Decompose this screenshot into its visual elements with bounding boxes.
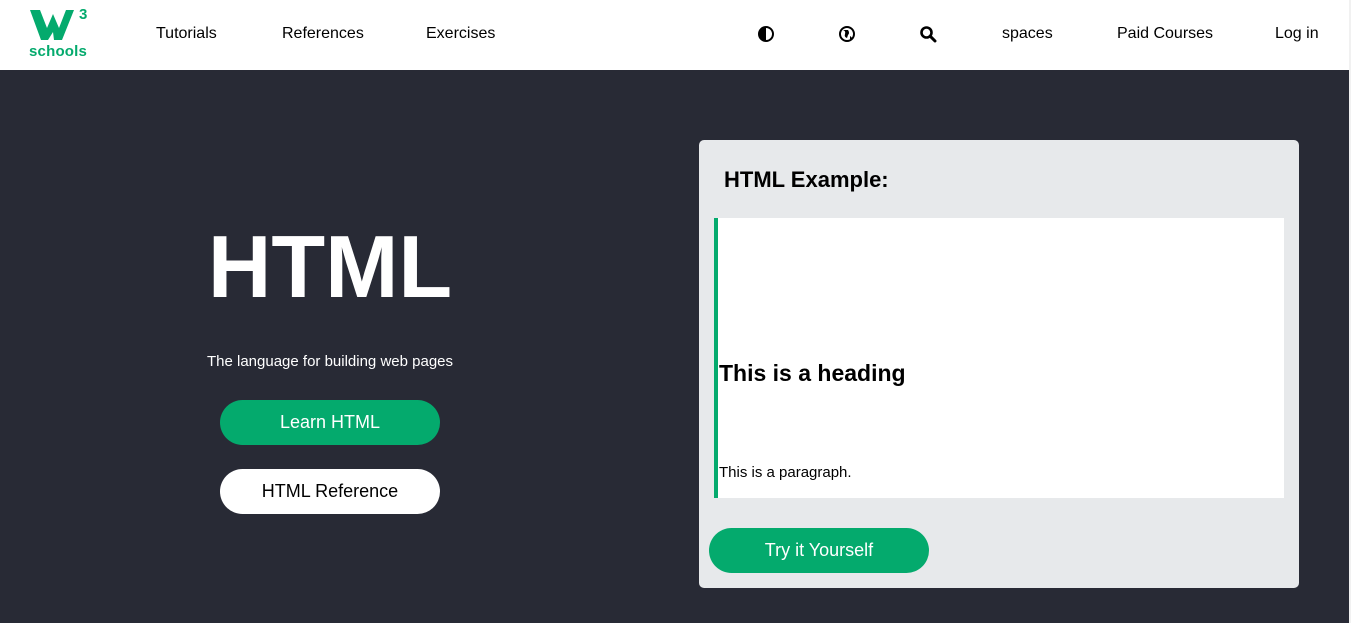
example-preview: This is a heading This is a paragraph. bbox=[714, 218, 1284, 498]
nav-tutorials[interactable]: Tutorials bbox=[156, 24, 217, 44]
logo-wordmark: schools bbox=[29, 43, 88, 60]
w3-logo-mark-icon bbox=[30, 10, 74, 40]
nav-references[interactable]: References bbox=[282, 24, 364, 44]
example-title: HTML Example: bbox=[724, 167, 889, 192]
nav-paid-courses[interactable]: Paid Courses bbox=[1117, 24, 1213, 44]
globe-icon[interactable] bbox=[838, 25, 856, 43]
contrast-icon[interactable] bbox=[757, 25, 775, 43]
nav-login[interactable]: Log in bbox=[1275, 24, 1319, 44]
nav-exercises[interactable]: Exercises bbox=[426, 24, 495, 44]
top-navigation-bar: 3 schools Tutorials References Exercises… bbox=[0, 0, 1349, 70]
w3schools-logo[interactable]: 3 schools bbox=[28, 6, 94, 62]
learn-html-button[interactable]: Learn HTML bbox=[220, 400, 440, 445]
html-reference-button[interactable]: HTML Reference bbox=[220, 469, 440, 514]
logo-superscript: 3 bbox=[79, 6, 88, 23]
hero-subtitle: The language for building web pages bbox=[206, 353, 453, 370]
example-paragraph: This is a paragraph. bbox=[719, 464, 852, 481]
search-icon[interactable] bbox=[919, 25, 937, 43]
example-card: HTML Example: This is a heading This is … bbox=[699, 140, 1299, 588]
nav-spaces[interactable]: spaces bbox=[1002, 24, 1053, 44]
example-heading: This is a heading bbox=[719, 360, 906, 386]
try-it-yourself-button[interactable]: Try it Yourself bbox=[709, 528, 929, 573]
hero-title: HTML bbox=[207, 217, 453, 316]
